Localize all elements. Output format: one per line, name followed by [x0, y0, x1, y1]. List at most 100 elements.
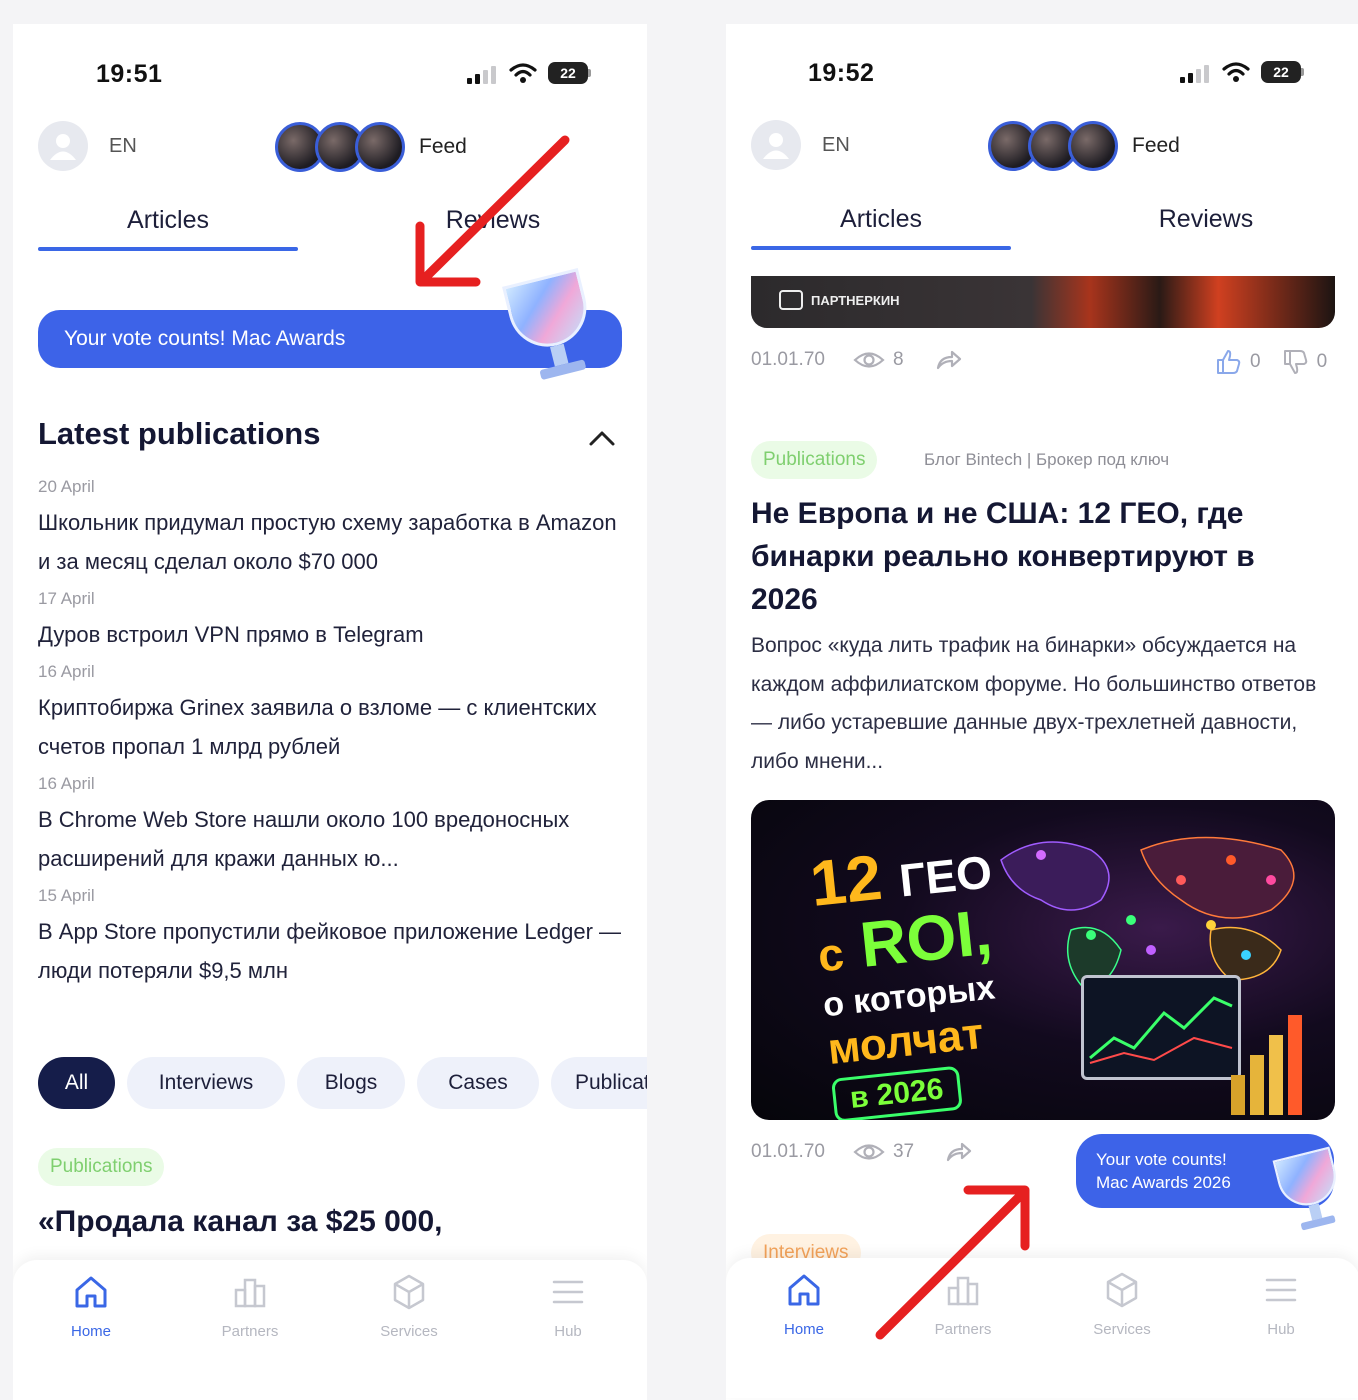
chip-cases[interactable]: Cases	[417, 1057, 539, 1109]
tab-reviews[interactable]: Reviews	[363, 206, 623, 235]
cube-icon	[393, 1274, 425, 1310]
wifi-icon	[1222, 62, 1250, 82]
bottom-navigation: Home Partners Services Hub	[726, 1258, 1358, 1398]
battery-icon: 22	[548, 62, 591, 84]
nav-hub-label: Hub	[554, 1323, 582, 1340]
user-icon	[763, 133, 789, 159]
eye-icon	[853, 352, 885, 368]
language-switcher[interactable]: EN	[109, 135, 137, 158]
profile-avatar[interactable]	[38, 121, 88, 171]
publication-date: 20 April	[38, 477, 95, 496]
tab-reviews[interactable]: Reviews	[1076, 205, 1336, 234]
share-icon[interactable]	[944, 1140, 972, 1164]
publication-date: 17 April	[38, 589, 95, 608]
nav-home[interactable]: Home	[754, 1270, 854, 1338]
article-meta: 01.01.70 8	[751, 348, 962, 372]
nav-services[interactable]: Services	[359, 1272, 459, 1340]
nav-partners-label: Partners	[934, 1321, 992, 1338]
phone-screen-left: 19:51 22 EN Feed Articles Reviews Your v…	[13, 24, 647, 1400]
active-tab-indicator	[751, 246, 1011, 250]
publication-title: Школьник придумал простую схему заработк…	[38, 510, 617, 574]
home-icon	[75, 1276, 107, 1308]
battery-level: 22	[548, 62, 588, 84]
chip-interviews[interactable]: Interviews	[127, 1057, 285, 1109]
partners-icon	[234, 1278, 266, 1308]
chip-all[interactable]: All	[38, 1057, 115, 1109]
publication-date: 16 April	[38, 774, 95, 793]
status-time: 19:51	[96, 60, 163, 88]
wifi-icon	[509, 63, 537, 83]
image-text-year: в 2026	[831, 1065, 963, 1120]
nav-partners-label: Partners	[221, 1323, 279, 1340]
list-item[interactable]: 20 April Школьник придумал простую схему…	[38, 477, 623, 581]
image-text-roi: ROI,	[856, 895, 996, 981]
phone-screen-right: 19:52 22 EN Feed Articles Reviews ПАРТНЕ…	[726, 24, 1358, 1400]
nav-hub-label: Hub	[1267, 1321, 1295, 1338]
latest-publications-list: 20 April Школьник придумал простую схему…	[38, 477, 623, 990]
list-item[interactable]: 16 April В Chrome Web Store нашли около …	[38, 774, 623, 878]
card-tag[interactable]: Publications	[38, 1148, 165, 1186]
publication-title: Криптобиржа Grinex заявила о взломе — с …	[38, 695, 597, 759]
chip-publications[interactable]: Publicat	[551, 1057, 647, 1109]
image-headline: 12 ГЕО с ROI, о которых молчат в 2026	[807, 835, 1016, 1120]
article-date: 01.01.70	[751, 349, 825, 370]
dislikes-count: 0	[1316, 351, 1328, 372]
nav-services-label: Services	[380, 1323, 438, 1340]
tab-articles[interactable]: Articles	[751, 205, 1011, 234]
battery-icon: 22	[1261, 61, 1304, 83]
laptop-graphic	[1081, 975, 1241, 1080]
cellular-signal-icon	[467, 64, 496, 84]
image-text-prefix: с	[815, 927, 847, 982]
nav-hub[interactable]: Hub	[1231, 1270, 1331, 1338]
thumbs-up-icon[interactable]	[1214, 348, 1242, 376]
category-chips: All Interviews Blogs Cases Publicat	[38, 1057, 647, 1109]
chevron-up-icon[interactable]	[587, 428, 617, 448]
nav-home-label: Home	[783, 1321, 824, 1338]
cellular-signal-icon	[1180, 63, 1209, 83]
nav-home[interactable]: Home	[41, 1272, 141, 1340]
nav-home-label: Home	[70, 1323, 111, 1340]
views-count: 37	[892, 1141, 915, 1162]
publication-date: 16 April	[38, 662, 95, 681]
nav-partners[interactable]: Partners	[913, 1270, 1013, 1338]
list-item[interactable]: 15 April В App Store пропустили фейковое…	[38, 886, 623, 990]
feed-avatars	[988, 121, 1118, 171]
battery-level: 22	[1261, 61, 1301, 83]
banner-text: Your vote counts! Mac Awards	[64, 327, 346, 350]
nav-partners[interactable]: Partners	[200, 1272, 300, 1340]
card-title[interactable]: «Продала канал за $25 000,	[38, 1200, 443, 1243]
nav-services[interactable]: Services	[1072, 1270, 1172, 1338]
article-date: 01.01.70	[751, 1141, 825, 1162]
bottom-navigation: Home Partners Services Hub	[13, 1260, 647, 1400]
feed-label: Feed	[1132, 134, 1180, 157]
tab-articles[interactable]: Articles	[38, 206, 298, 235]
share-icon[interactable]	[934, 348, 962, 372]
feed-button[interactable]: Feed	[275, 122, 467, 172]
thumbs-down-icon[interactable]	[1281, 348, 1309, 376]
views-count: 8	[892, 349, 904, 370]
coin-stack-graphic	[1231, 1010, 1321, 1115]
publication-title: В App Store пропустили фейковое приложен…	[38, 919, 622, 983]
profile-avatar[interactable]	[751, 120, 801, 170]
likes-count: 0	[1250, 351, 1261, 372]
floating-banner-line1: Your vote counts!	[1096, 1150, 1227, 1169]
language-switcher[interactable]: EN	[822, 134, 850, 157]
eye-icon	[853, 1144, 885, 1160]
card-source[interactable]: Блог Bintech | Брокер под ключ	[924, 450, 1169, 470]
feed-button[interactable]: Feed	[988, 121, 1180, 171]
card-title[interactable]: Не Европа и не США: 12 ГЕО, где бинарки …	[751, 492, 1311, 621]
nav-hub[interactable]: Hub	[518, 1272, 618, 1340]
menu-icon	[1265, 1278, 1297, 1302]
partnerkin-logo-text: ПАРТНЕРКИН	[811, 292, 900, 308]
article-image[interactable]: 12 ГЕО с ROI, о которых молчат в 2026	[751, 800, 1335, 1120]
active-tab-indicator	[38, 247, 298, 251]
trophy-icon	[1272, 1146, 1348, 1234]
floating-banner-line2: Mac Awards 2026	[1096, 1173, 1231, 1192]
list-item[interactable]: 17 April Дуров встроил VPN прямо в Teleg…	[38, 589, 623, 654]
chip-blogs[interactable]: Blogs	[297, 1057, 405, 1109]
list-item[interactable]: 16 April Криптобиржа Grinex заявила о вз…	[38, 662, 623, 766]
card-tag[interactable]: Publications	[751, 441, 878, 479]
card-excerpt: Вопрос «куда лить трафик на бинарки» обс…	[751, 634, 1317, 773]
nav-services-label: Services	[1093, 1321, 1151, 1338]
article-cover-image[interactable]: ПАРТНЕРКИН	[751, 276, 1335, 328]
